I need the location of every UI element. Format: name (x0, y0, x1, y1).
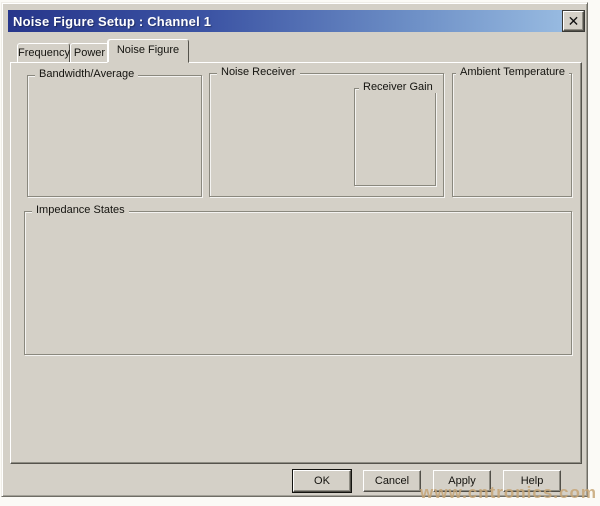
impedance-states-group-title: Impedance States (32, 204, 129, 216)
bandwidth-average-group: Bandwidth/Average (27, 75, 202, 197)
tab-frequency[interactable]: Frequency (17, 43, 70, 63)
title-bar[interactable]: Noise Figure Setup : Channel 1 (8, 10, 584, 32)
bandwidth-average-group-title: Bandwidth/Average (35, 68, 138, 80)
dialog-window: Noise Figure Setup : Channel 1 ✕ Frequen… (1, 2, 588, 497)
tab-power[interactable]: Power (70, 43, 109, 63)
watermark: www.cntronics.com (420, 483, 597, 503)
noise-receiver-group-title: Noise Receiver (217, 66, 300, 78)
cancel-button[interactable]: Cancel (363, 470, 421, 492)
receiver-gain-group: Receiver Gain (354, 88, 436, 186)
ambient-temperature-group: Ambient Temperature (452, 73, 572, 197)
receiver-gain-group-title: Receiver Gain (359, 81, 437, 93)
close-button[interactable]: ✕ (563, 11, 584, 31)
tab-noise-figure[interactable]: Noise Figure (107, 39, 189, 63)
screen: Noise Figure Setup : Channel 1 ✕ Frequen… (0, 0, 600, 506)
window-title: Noise Figure Setup : Channel 1 (8, 14, 211, 29)
ok-button[interactable]: OK (293, 470, 351, 492)
close-icon: ✕ (568, 14, 580, 28)
impedance-states-group: Impedance States (24, 211, 572, 355)
ambient-temperature-group-title: Ambient Temperature (456, 66, 569, 78)
